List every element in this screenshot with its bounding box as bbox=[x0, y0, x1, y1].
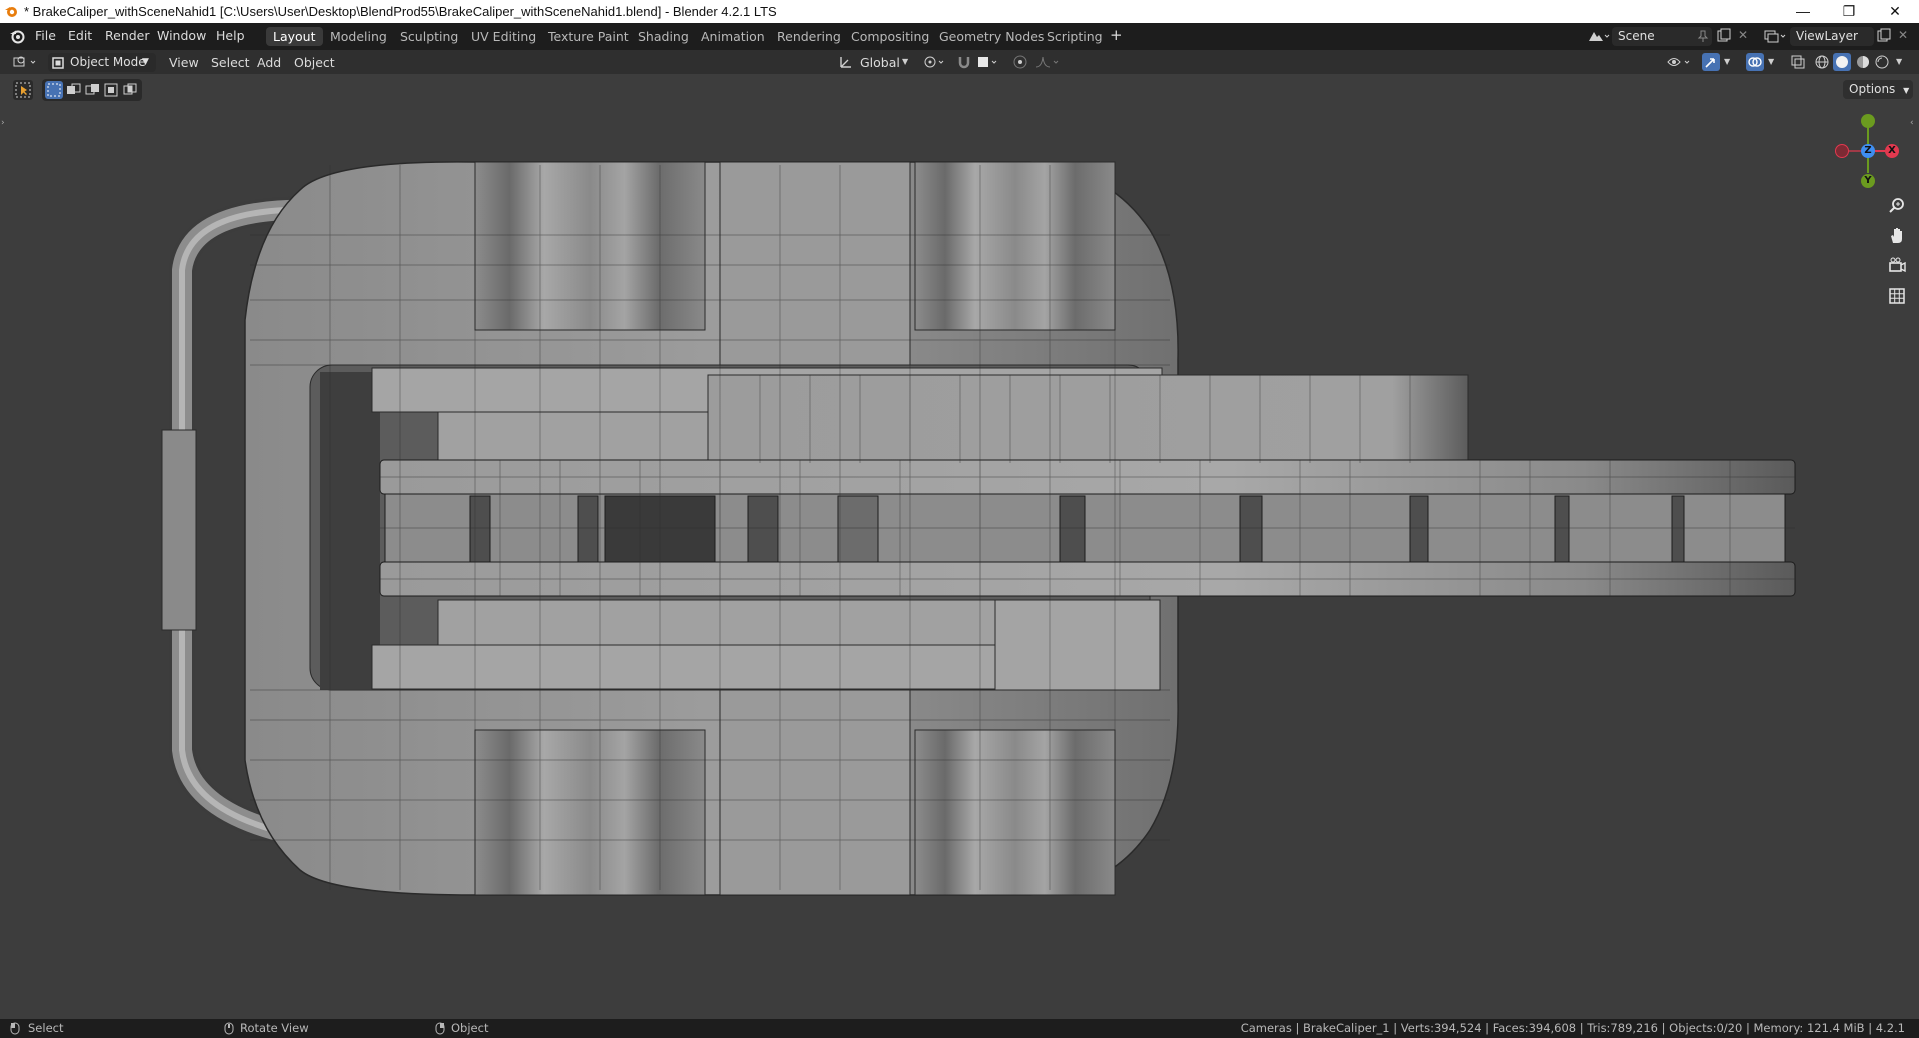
gizmo-y-positive[interactable] bbox=[1861, 114, 1875, 128]
proportional-edit-icon[interactable] bbox=[1012, 54, 1028, 70]
view-layer-field[interactable]: ViewLayer bbox=[1790, 27, 1874, 46]
view-layer-name: ViewLayer bbox=[1796, 29, 1858, 43]
xray-toggle-icon[interactable] bbox=[1790, 54, 1806, 70]
status-select: Select bbox=[28, 1021, 64, 1035]
status-bar: Select Rotate View Object Cameras | Brak… bbox=[0, 1019, 1919, 1038]
mode-label: Object Mode bbox=[70, 55, 146, 69]
gizmo-toggle-icon[interactable] bbox=[1702, 53, 1720, 71]
tab-rendering[interactable]: Rendering bbox=[770, 27, 848, 46]
menu-view[interactable]: View bbox=[169, 53, 199, 72]
add-workspace-button[interactable]: + bbox=[1110, 26, 1123, 44]
tab-modeling[interactable]: Modeling bbox=[323, 27, 394, 46]
tab-uv-editing[interactable]: UV Editing bbox=[464, 27, 543, 46]
viewport-header: Object Mode ▼ View Select Add Object Glo… bbox=[0, 50, 1919, 74]
tab-layout[interactable]: Layout bbox=[266, 27, 323, 46]
options-label: Options bbox=[1849, 82, 1896, 96]
snap-target-icon[interactable] bbox=[976, 54, 1000, 70]
scene-statistics: Cameras | BrakeCaliper_1 | Verts:394,524… bbox=[1240, 1021, 1905, 1035]
mode-dropdown[interactable]: Object Mode ▼ bbox=[48, 53, 156, 72]
window-titlebar: * BrakeCaliper_withSceneNahid1 [C:\Users… bbox=[0, 0, 1919, 23]
status-rotate-view: Rotate View bbox=[240, 1021, 309, 1035]
view-layer-icon[interactable] bbox=[1762, 27, 1788, 46]
delete-view-layer-icon[interactable]: ✕ bbox=[1898, 29, 1910, 41]
select-subtract-icon[interactable] bbox=[83, 81, 101, 99]
chevron-down-icon: ▼ bbox=[142, 57, 149, 67]
wireframe-shading-icon[interactable] bbox=[1814, 54, 1830, 70]
blender-app-icon bbox=[4, 4, 18, 18]
menu-window[interactable]: Window bbox=[157, 28, 206, 43]
zoom-icon[interactable] bbox=[1885, 194, 1909, 218]
navigation-gizmo[interactable]: Z X Y bbox=[1826, 111, 1899, 191]
tab-animation[interactable]: Animation bbox=[694, 27, 772, 46]
chevron-down-icon[interactable]: ▼ bbox=[1768, 57, 1774, 66]
snap-icon[interactable] bbox=[956, 54, 972, 70]
solid-shading-icon[interactable] bbox=[1833, 53, 1851, 71]
select-intersect-icon[interactable] bbox=[121, 81, 139, 99]
3d-viewport[interactable]: › ‹ Options ▼ Z X Y bbox=[0, 74, 1919, 1019]
perspective-grid-icon[interactable] bbox=[1885, 284, 1909, 308]
menu-help[interactable]: Help bbox=[216, 28, 245, 43]
chevron-down-icon[interactable]: ▼ bbox=[1724, 57, 1730, 66]
rendered-shading-icon[interactable] bbox=[1874, 54, 1890, 70]
menu-select[interactable]: Select bbox=[211, 53, 250, 72]
select-extend-icon[interactable] bbox=[64, 81, 82, 99]
close-button[interactable]: ✕ bbox=[1872, 0, 1918, 23]
mouse-left-icon bbox=[10, 1022, 20, 1035]
visibility-icon[interactable] bbox=[1666, 54, 1694, 70]
material-preview-icon[interactable] bbox=[1855, 54, 1871, 70]
menu-file[interactable]: File bbox=[35, 28, 56, 43]
gizmo-x-negative[interactable] bbox=[1835, 144, 1849, 158]
pan-hand-icon[interactable] bbox=[1885, 224, 1909, 248]
minimize-button[interactable]: — bbox=[1780, 0, 1826, 23]
camera-view-icon[interactable] bbox=[1885, 254, 1909, 278]
menu-edit[interactable]: Edit bbox=[68, 28, 92, 43]
scene-icon[interactable] bbox=[1586, 27, 1610, 46]
tab-geometry-nodes[interactable]: Geometry Nodes bbox=[932, 27, 1051, 46]
blender-logo-icon[interactable] bbox=[9, 28, 25, 44]
toolbar-expand-icon[interactable]: › bbox=[1, 118, 5, 128]
editor-type-icon[interactable] bbox=[12, 53, 40, 72]
chevron-down-icon: ▼ bbox=[902, 57, 909, 66]
menu-object[interactable]: Object bbox=[294, 53, 335, 72]
tab-scripting[interactable]: Scripting bbox=[1040, 27, 1110, 46]
pivot-point-icon[interactable] bbox=[922, 54, 948, 70]
chevron-down-icon: ▼ bbox=[1903, 86, 1910, 95]
tab-compositing[interactable]: Compositing bbox=[844, 27, 936, 46]
gizmo-x-axis[interactable]: X bbox=[1885, 144, 1899, 158]
orientation-icon[interactable] bbox=[838, 54, 854, 70]
menu-add[interactable]: Add bbox=[257, 53, 281, 72]
select-tool-icon[interactable] bbox=[13, 80, 33, 100]
gizmo-y-axis[interactable]: Y bbox=[1861, 174, 1875, 188]
new-view-layer-icon[interactable] bbox=[1876, 28, 1892, 44]
tab-texture-paint[interactable]: Texture Paint bbox=[541, 27, 636, 46]
tab-sculpting[interactable]: Sculpting bbox=[393, 27, 465, 46]
select-new-icon[interactable] bbox=[45, 81, 63, 99]
delete-scene-icon[interactable]: ✕ bbox=[1738, 29, 1750, 41]
tab-shading[interactable]: Shading bbox=[631, 27, 696, 46]
status-object: Object bbox=[451, 1021, 489, 1035]
pin-scene-icon[interactable] bbox=[1696, 29, 1710, 43]
orientation-dropdown[interactable]: Global bbox=[860, 53, 900, 72]
scene-name: Scene bbox=[1618, 29, 1655, 43]
window-title: * BrakeCaliper_withSceneNahid1 [C:\Users… bbox=[24, 4, 777, 19]
select-invert-icon[interactable] bbox=[102, 81, 120, 99]
menu-render[interactable]: Render bbox=[105, 28, 150, 43]
falloff-icon[interactable] bbox=[1034, 54, 1062, 70]
mouse-middle-icon bbox=[224, 1022, 234, 1035]
maximize-button[interactable]: ❐ bbox=[1826, 0, 1872, 23]
mouse-right-icon bbox=[435, 1022, 445, 1035]
options-dropdown[interactable]: Options ▼ bbox=[1843, 80, 1913, 99]
object-mode-icon bbox=[52, 56, 64, 69]
top-menu-bar: File Edit Render Window Help Layout Mode… bbox=[0, 23, 1919, 50]
new-scene-icon[interactable] bbox=[1716, 28, 1732, 44]
selection-mode-group bbox=[42, 79, 142, 101]
overlays-toggle-icon[interactable] bbox=[1746, 53, 1764, 71]
sidebar-expand-icon[interactable]: ‹ bbox=[1910, 118, 1914, 128]
brake-caliper-model bbox=[161, 161, 1796, 896]
gizmo-z-axis[interactable]: Z bbox=[1861, 144, 1875, 158]
chevron-down-icon[interactable]: ▼ bbox=[1896, 57, 1902, 66]
